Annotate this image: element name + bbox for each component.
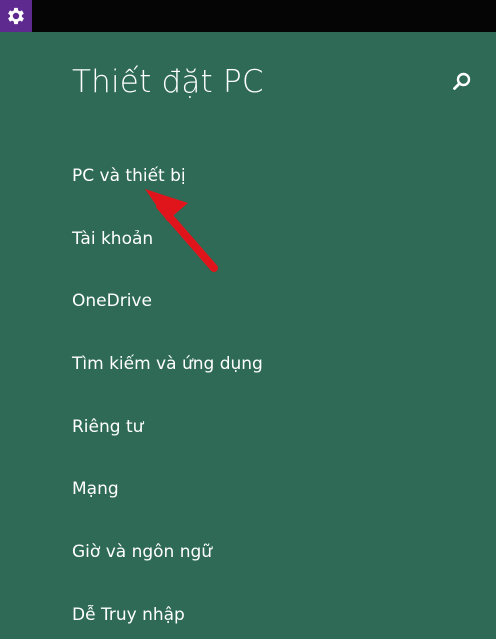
- menu-item-network[interactable]: Mạng: [72, 471, 263, 534]
- settings-menu: PC và thiết bị Tài khoản OneDrive Tìm ki…: [72, 158, 263, 639]
- menu-item-privacy[interactable]: Riêng tư: [72, 409, 263, 472]
- menu-item-label: OneDrive: [72, 291, 152, 312]
- menu-item-time-language[interactable]: Giờ và ngôn ngữ: [72, 534, 263, 597]
- menu-item-label: Mạng: [72, 479, 119, 500]
- menu-item-accounts[interactable]: Tài khoản: [72, 221, 263, 284]
- menu-item-label: Giờ và ngôn ngữ: [72, 542, 213, 563]
- menu-item-label: Tìm kiếm và ứng dụng: [72, 354, 263, 375]
- menu-item-label: Tài khoản: [72, 228, 154, 249]
- page-title: Thiết đặt PC: [72, 64, 264, 100]
- pc-settings-window: Thiết đặt PC PC và thiết bị Tài khoản On…: [0, 0, 496, 639]
- title-bar: [0, 0, 496, 32]
- menu-item-ease-of-access[interactable]: Dễ Truy nhập: [72, 597, 263, 639]
- menu-item-search-apps[interactable]: Tìm kiếm và ứng dụng: [72, 346, 263, 409]
- menu-item-label: Riêng tư: [72, 416, 144, 437]
- search-icon[interactable]: [451, 71, 473, 93]
- menu-item-onedrive[interactable]: OneDrive: [72, 283, 263, 346]
- gear-icon: [8, 7, 24, 25]
- app-icon[interactable]: [0, 0, 32, 32]
- menu-item-label: Dễ Truy nhập: [72, 604, 185, 625]
- menu-item-pc-devices[interactable]: PC và thiết bị: [72, 158, 263, 221]
- menu-item-label: PC và thiết bị: [72, 166, 186, 186]
